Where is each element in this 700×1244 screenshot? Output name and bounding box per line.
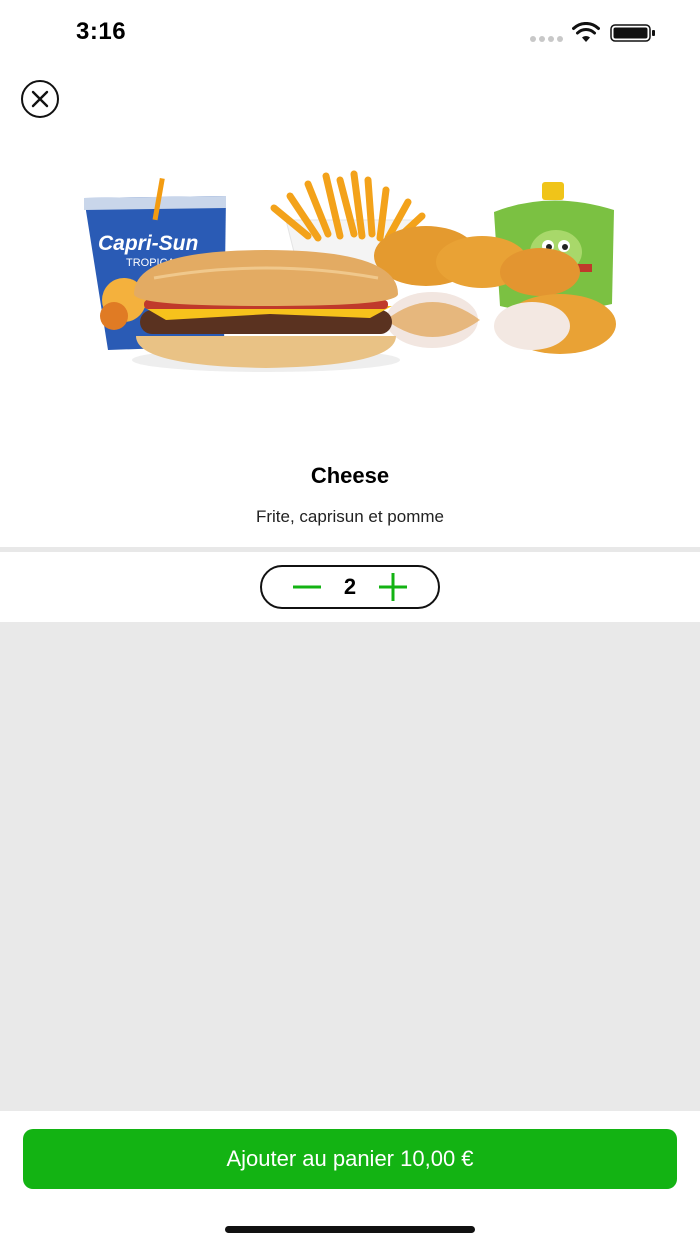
status-bar: 3:16	[0, 0, 700, 64]
options-content-area	[0, 622, 700, 1111]
increase-quantity-button[interactable]	[376, 570, 410, 604]
quantity-stepper: 2	[260, 565, 440, 609]
plus-icon	[379, 573, 407, 601]
divider	[0, 547, 700, 552]
product-title: Cheese	[310, 463, 390, 488]
quantity-value: 2	[343, 574, 357, 599]
decrease-quantity-button[interactable]	[290, 570, 324, 604]
cheeseburger-image	[132, 250, 400, 372]
status-time: 3:16	[76, 18, 127, 45]
home-indicator	[225, 1226, 475, 1233]
cellular-signal-icon	[530, 36, 563, 42]
add-to-cart-button[interactable]: Ajouter au panier 10,00 €	[23, 1129, 677, 1189]
product-description: Frite, caprisun et pomme	[255, 507, 444, 526]
close-button[interactable]	[21, 80, 59, 118]
minus-icon	[293, 585, 321, 589]
wifi-icon	[572, 22, 600, 42]
product-image: Capri-Sun TROPICAL	[84, 170, 616, 372]
battery-icon	[610, 24, 655, 42]
drink-brand-text: Capri-Sun	[98, 232, 198, 255]
close-icon	[31, 90, 49, 108]
